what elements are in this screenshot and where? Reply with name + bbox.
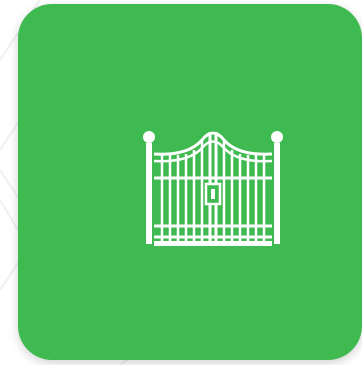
gate-icon	[143, 131, 283, 246]
icon-canvas	[0, 0, 362, 365]
app-tile-button[interactable]	[18, 4, 362, 360]
